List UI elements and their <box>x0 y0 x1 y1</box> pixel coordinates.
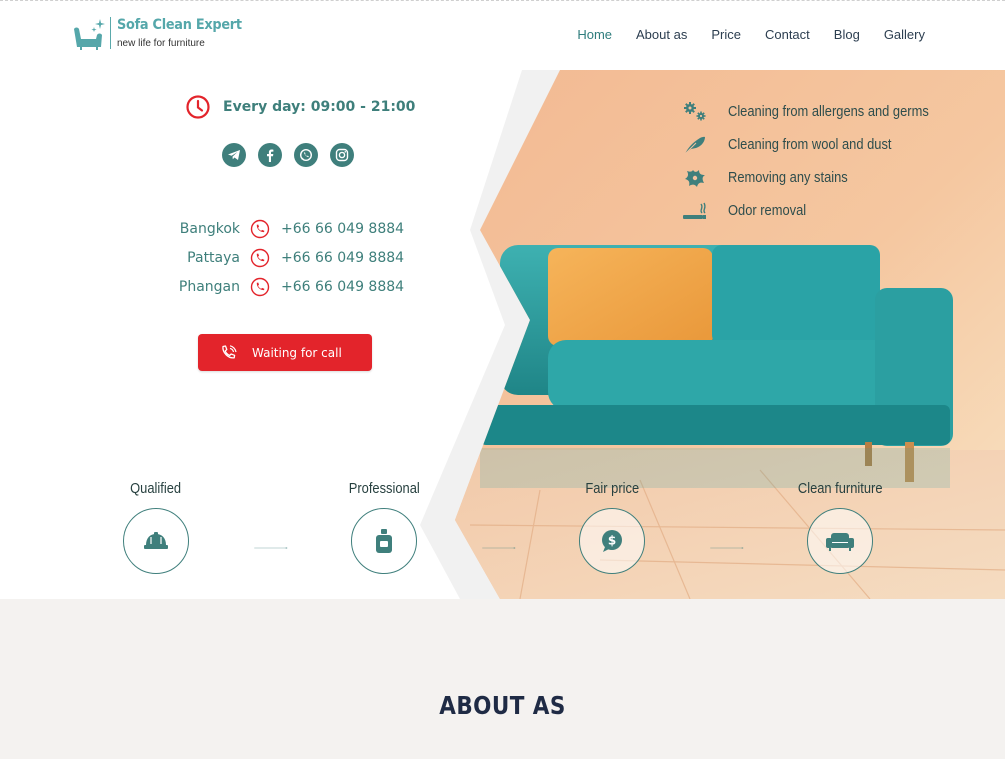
feature-item: Odor removal <box>682 194 961 227</box>
phone-city: Pattaya <box>187 249 240 266</box>
step-label: Professional <box>348 480 420 497</box>
step-label: Fair price <box>585 480 639 497</box>
step-clean-furniture: Clean furniture <box>760 480 920 574</box>
incense-icon <box>683 202 706 219</box>
nav-about[interactable]: About as <box>636 27 687 42</box>
brand-title: Sofa Clean Expert <box>117 17 242 33</box>
about-title-text: ABOUT AS <box>439 691 566 720</box>
nav-gallery[interactable]: Gallery <box>884 27 925 42</box>
nav-contact[interactable]: Contact <box>765 27 810 42</box>
site-header: Sofa Clean Expert new life for furniture… <box>0 0 1005 70</box>
phone-ring-icon <box>222 344 237 358</box>
svg-text:$: $ <box>608 534 616 548</box>
phone-number[interactable]: +66 66 049 8884 <box>281 250 404 266</box>
logo[interactable]: Sofa Clean Expert new life for furniture <box>70 17 253 53</box>
feature-item: Removing any stains <box>682 161 961 194</box>
phone-row: Bangkok +66 66 049 8884 <box>170 214 410 243</box>
step-circle <box>807 508 873 574</box>
bottle-icon <box>376 529 392 553</box>
step-label: Qualified <box>130 480 182 497</box>
clock-icon <box>186 95 210 119</box>
splash-icon <box>685 169 705 187</box>
step-circle <box>123 508 189 574</box>
feather-icon <box>684 136 705 154</box>
phone-row: Phangan +66 66 049 8884 <box>170 272 410 301</box>
phone-list: Bangkok +66 66 049 8884 Pattaya +66 66 0… <box>170 214 410 301</box>
call-button-label: Waiting for call <box>252 345 342 360</box>
nav-blog[interactable]: Blog <box>834 27 860 42</box>
step-qualified: Qualified <box>76 480 236 574</box>
feature-label: Odor removal <box>728 202 807 219</box>
money-bubble-icon: $ <box>602 530 622 552</box>
hard-hat-icon <box>144 532 168 549</box>
about-title: ABOUT AS <box>0 691 1005 720</box>
about-section: ABOUT AS <box>0 599 1005 759</box>
process-steps: Qualified Professional Fair price $ Clea… <box>0 480 1005 590</box>
step-circle: $ <box>579 508 645 574</box>
logo-divider <box>110 17 111 49</box>
phone-number[interactable]: +66 66 049 8884 <box>281 279 404 295</box>
whatsapp-icon[interactable] <box>294 143 318 167</box>
feature-item: Cleaning from wool and dust <box>682 128 961 161</box>
hero-section: Every day: 09:00 - 21:00 Bangkok +66 66 … <box>0 70 1005 599</box>
armchair-icon <box>826 533 854 551</box>
nav-home[interactable]: Home <box>577 27 612 42</box>
feature-label: Cleaning from wool and dust <box>728 136 892 153</box>
sofa-logo-icon <box>74 19 105 50</box>
phone-row: Pattaya +66 66 049 8884 <box>170 243 410 272</box>
social-links <box>222 143 354 167</box>
gears-icon <box>684 101 706 120</box>
step-label: Clean furniture <box>797 480 883 497</box>
phone-city: Bangkok <box>179 220 240 237</box>
feature-label: Removing any stains <box>728 169 848 186</box>
main-nav: Home About as Price Contact Blog Gallery <box>577 27 925 42</box>
phone-number[interactable]: +66 66 049 8884 <box>281 221 404 237</box>
hours-text: Every day: 09:00 - 21:00 <box>223 99 416 115</box>
call-request-button[interactable]: Waiting for call <box>198 334 372 371</box>
logo-text: Sofa Clean Expert new life for furniture <box>117 17 253 49</box>
brand-tagline: new life for furniture <box>117 38 205 49</box>
instagram-icon[interactable] <box>330 143 354 167</box>
phone-icon[interactable] <box>250 219 270 239</box>
feature-list: Cleaning from allergens and germs Cleani… <box>682 95 961 227</box>
phone-icon[interactable] <box>250 277 270 297</box>
phone-city: Phangan <box>178 278 240 295</box>
feature-label: Cleaning from allergens and germs <box>728 103 929 120</box>
phone-icon[interactable] <box>250 248 270 268</box>
step-circle <box>351 508 417 574</box>
feature-item: Cleaning from allergens and germs <box>682 95 961 128</box>
telegram-icon[interactable] <box>222 143 246 167</box>
facebook-icon[interactable] <box>258 143 282 167</box>
step-professional: Professional <box>304 480 464 574</box>
step-fair-price: Fair price $ <box>532 480 692 574</box>
opening-hours: Every day: 09:00 - 21:00 <box>185 94 415 120</box>
nav-price[interactable]: Price <box>711 27 741 42</box>
